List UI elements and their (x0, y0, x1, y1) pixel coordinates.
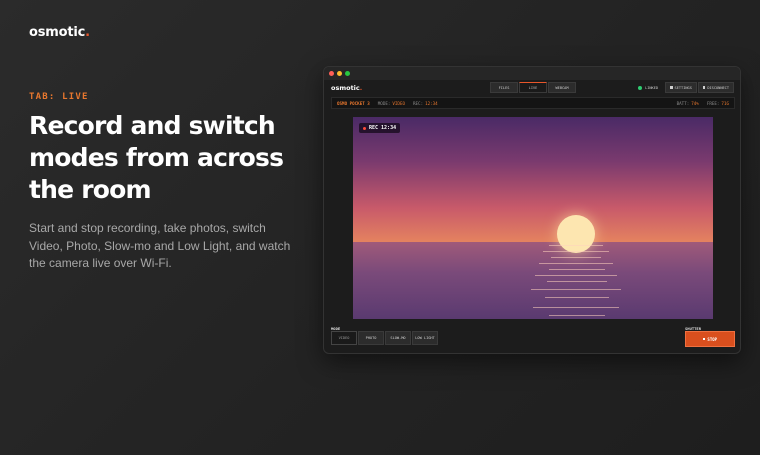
preview-sun (557, 215, 595, 253)
minimize-window-icon[interactable] (337, 71, 342, 76)
close-window-icon[interactable] (329, 71, 334, 76)
brand-logo[interactable]: osmotic. (29, 25, 90, 40)
app-tabs: FILES LIVE WEBCAM (490, 82, 577, 93)
rec-value: 12:34 (425, 100, 438, 106)
mode-selector: VIDEO PHOTO SLOW-MO LOW LIGHT (331, 331, 439, 345)
app-logo-text: osmotic (331, 84, 360, 92)
sun-reflection (539, 263, 613, 264)
stop-icon (702, 337, 706, 341)
mode-slowmo-button[interactable]: SLOW-MO (385, 331, 411, 345)
app-window: osmotic. FILES LIVE WEBCAM LINKED SETTIN… (323, 66, 741, 354)
batt-value: 74% (691, 100, 699, 106)
linked-indicator-icon (638, 85, 643, 90)
rec-badge: REC 12:34 (359, 123, 401, 133)
sun-reflection (545, 297, 609, 298)
status-bar: OSMO POCKET 3 MODE: VIDEO REC: 12:34 BAT… (331, 97, 735, 109)
headline: Record and switch modes from across the … (29, 111, 284, 204)
sun-reflection (551, 257, 601, 258)
settings-label: SETTINGS (674, 85, 692, 90)
app-logo-dot: . (359, 84, 363, 92)
mode-value: VIDEO (392, 100, 405, 106)
rec-key: REC: (413, 100, 424, 106)
stop-label: STOP (707, 336, 718, 342)
description: Start and stop recording, take photos, s… (29, 221, 291, 270)
batt-key: BATT: (676, 100, 690, 106)
mode-video-button[interactable]: VIDEO (331, 331, 357, 345)
sun-reflection (535, 275, 617, 276)
stop-button[interactable]: STOP (685, 331, 735, 347)
rec-badge-label: REC 12:34 (369, 125, 397, 131)
mode-key: MODE: (377, 100, 391, 106)
sun-reflection (531, 289, 621, 290)
live-preview[interactable]: REC 12:34 (353, 117, 713, 319)
linked-status: LINKED (638, 85, 659, 90)
app-logo: osmotic. (331, 84, 362, 92)
disconnect-icon (702, 86, 706, 89)
tab-live[interactable]: LIVE (519, 82, 547, 93)
free-key: FREE: (706, 100, 720, 106)
tab-files[interactable]: FILES (490, 82, 518, 93)
sun-reflection (547, 281, 607, 282)
disconnect-button[interactable]: DISCONNECT (697, 82, 734, 93)
window-titlebar (324, 67, 740, 80)
sun-reflection (543, 251, 609, 252)
mode-photo-button[interactable]: PHOTO (358, 331, 384, 345)
sun-reflection (549, 315, 605, 316)
free-value: 71G (721, 100, 729, 106)
tab-webcam[interactable]: WEBCAM (548, 82, 576, 93)
linked-label: LINKED (645, 85, 659, 90)
brand-dot: . (85, 25, 90, 40)
recording-dot-icon (363, 126, 366, 130)
mode-lowlight-button[interactable]: LOW LIGHT (412, 331, 438, 345)
brand-name: osmotic (29, 25, 86, 40)
app-toolbar: osmotic. FILES LIVE WEBCAM LINKED SETTIN… (324, 80, 740, 96)
sun-reflection (549, 269, 605, 270)
settings-button[interactable]: SETTINGS (665, 82, 697, 93)
maximize-window-icon[interactable] (345, 71, 350, 76)
settings-icon (670, 86, 673, 89)
tab-label: TAB: LIVE (29, 92, 89, 102)
sun-reflection (533, 307, 619, 308)
sun-reflection (549, 245, 603, 246)
device-name: OSMO POCKET 3 (337, 100, 370, 106)
toolbar-right: LINKED SETTINGS DISCONNECT (638, 82, 734, 93)
disconnect-label: DISCONNECT (707, 85, 729, 90)
